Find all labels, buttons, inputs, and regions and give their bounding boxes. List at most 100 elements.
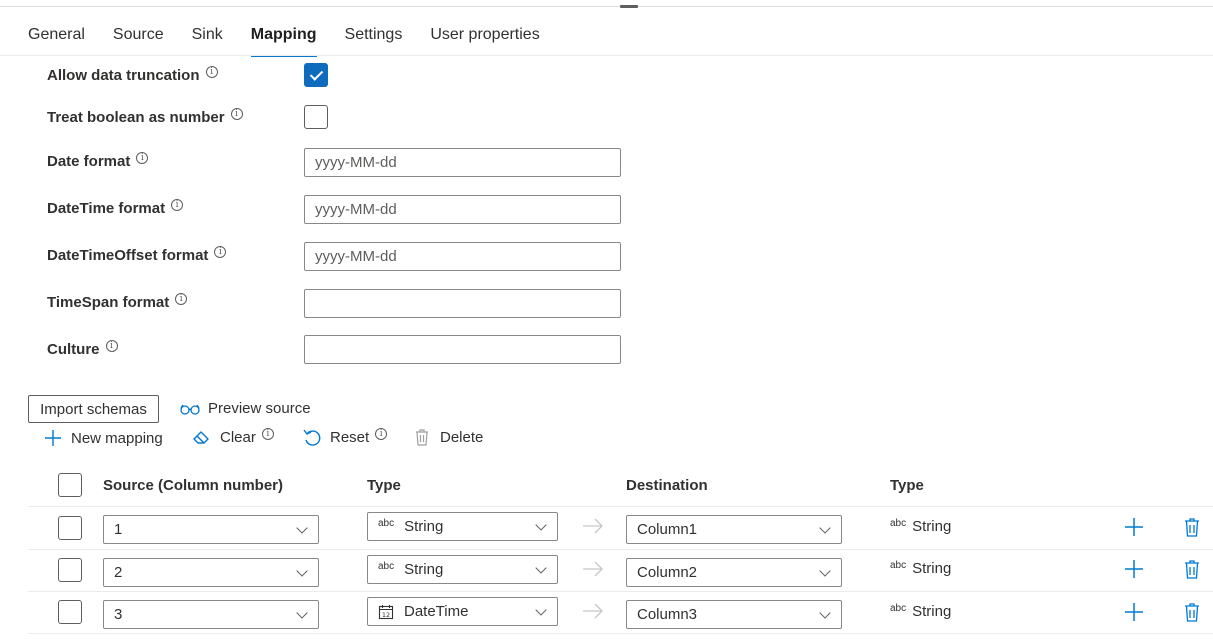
row-divider xyxy=(28,591,1213,592)
destination-header: Destination xyxy=(626,477,708,494)
culture-label: Culture xyxy=(47,341,100,358)
info-icon[interactable]: i xyxy=(136,151,149,164)
source-column-header: Source (Column number) xyxy=(103,477,284,494)
abc-type-icon: abc xyxy=(378,518,395,529)
destination-type: abc String xyxy=(890,518,951,535)
source-type-dropdown[interactable]: 12 DateTime xyxy=(367,597,558,626)
panel-top-border xyxy=(0,6,1213,7)
destination-dropdown[interactable]: Column3 xyxy=(626,600,842,629)
allow-truncation-label: Allow data truncation xyxy=(47,67,200,84)
arrow-right-icon xyxy=(583,518,603,534)
delete-button[interactable]: Delete xyxy=(412,428,483,446)
source-column-dropdown[interactable]: 3 xyxy=(103,600,319,629)
timespan-format-row: TimeSpan format i xyxy=(47,292,188,311)
treat-boolean-label: Treat boolean as number xyxy=(47,109,225,126)
plus-icon xyxy=(45,430,61,446)
source-type-value: String xyxy=(404,561,444,578)
reset-label: Reset xyxy=(330,428,370,446)
destination-dropdown[interactable]: Column1 xyxy=(626,515,842,544)
source-column-dropdown[interactable]: 1 xyxy=(103,515,319,544)
source-type-header: Type xyxy=(367,477,401,494)
glasses-icon xyxy=(180,404,200,415)
tab-mapping[interactable]: Mapping xyxy=(237,22,331,57)
select-all-checkbox[interactable] xyxy=(58,473,82,497)
allow-truncation-row: Allow data truncation i xyxy=(47,65,218,84)
chevron-down-icon xyxy=(819,607,831,619)
chevron-down-icon xyxy=(819,522,831,534)
import-schemas-button[interactable]: Import schemas xyxy=(28,395,159,423)
info-icon[interactable]: i xyxy=(205,65,218,78)
info-icon[interactable]: i xyxy=(375,428,388,440)
chevron-down-icon xyxy=(296,607,308,619)
tab-bar: General Source Sink Mapping Settings Use… xyxy=(14,22,554,57)
reset-button[interactable]: Reset i xyxy=(302,428,388,446)
source-column-value: 1 xyxy=(114,521,123,538)
eraser-icon xyxy=(193,431,209,444)
clear-label: Clear xyxy=(220,428,256,446)
allow-truncation-checkbox[interactable] xyxy=(304,63,328,87)
tab-general[interactable]: General xyxy=(14,22,99,57)
add-row-icon[interactable] xyxy=(1124,517,1144,537)
svg-text:12: 12 xyxy=(382,611,390,619)
row-checkbox[interactable] xyxy=(58,600,82,624)
treat-boolean-row: Treat boolean as number i xyxy=(47,107,243,126)
table-header-divider xyxy=(28,506,1213,507)
trash-icon xyxy=(416,429,428,446)
source-column-value: 2 xyxy=(114,564,123,581)
source-type-dropdown[interactable]: abc String xyxy=(367,512,558,541)
row-checkbox[interactable] xyxy=(58,516,82,540)
clear-button[interactable]: Clear i xyxy=(192,428,274,446)
destination-type-value: String xyxy=(912,560,952,577)
datetime-format-input[interactable] xyxy=(304,195,621,224)
row-divider xyxy=(28,633,1213,634)
destination-type-header: Type xyxy=(890,477,924,494)
source-column-dropdown[interactable]: 2 xyxy=(103,558,319,587)
source-type-dropdown[interactable]: abc String xyxy=(367,555,558,584)
tab-source[interactable]: Source xyxy=(99,22,178,57)
destination-value: Column3 xyxy=(637,606,698,623)
timespan-format-input[interactable] xyxy=(304,289,621,318)
add-row-icon[interactable] xyxy=(1124,559,1144,579)
trash-icon[interactable] xyxy=(1183,559,1201,579)
row-checkbox[interactable] xyxy=(58,558,82,582)
tab-settings[interactable]: Settings xyxy=(331,22,417,57)
destination-dropdown[interactable]: Column2 xyxy=(626,558,842,587)
tabs-divider xyxy=(0,55,1213,56)
trash-icon[interactable] xyxy=(1183,602,1201,622)
datetimeoffset-format-label: DateTimeOffset format xyxy=(47,247,209,264)
date-format-row: Date format i xyxy=(47,151,149,170)
destination-type: abc String xyxy=(890,603,951,620)
preview-source-button[interactable]: Preview source xyxy=(180,400,311,417)
delete-label: Delete xyxy=(440,428,484,446)
preview-source-label: Preview source xyxy=(208,400,311,417)
info-icon[interactable]: i xyxy=(175,292,188,305)
culture-input[interactable] xyxy=(304,335,621,364)
resize-handle[interactable] xyxy=(620,5,638,8)
destination-value: Column1 xyxy=(637,521,698,538)
info-icon[interactable]: i xyxy=(230,107,243,120)
date-format-input[interactable] xyxy=(304,148,621,177)
date-format-label: Date format xyxy=(47,153,131,170)
undo-icon xyxy=(303,429,321,446)
datetime-format-label: DateTime format xyxy=(47,200,166,217)
chevron-down-icon xyxy=(535,562,547,574)
trash-icon[interactable] xyxy=(1183,517,1201,537)
datetimeoffset-format-input[interactable] xyxy=(304,242,621,271)
destination-value: Column2 xyxy=(637,564,698,581)
destination-type-value: String xyxy=(912,518,952,535)
arrow-right-icon xyxy=(583,603,603,619)
info-icon[interactable]: i xyxy=(105,339,118,352)
tab-sink[interactable]: Sink xyxy=(178,22,237,57)
tab-user-properties[interactable]: User properties xyxy=(416,22,553,57)
abc-type-icon: abc xyxy=(890,560,907,571)
add-row-icon[interactable] xyxy=(1124,602,1144,622)
datetimeoffset-format-row: DateTimeOffset format i xyxy=(47,245,227,264)
source-column-value: 3 xyxy=(114,606,123,623)
info-icon[interactable]: i xyxy=(261,428,274,440)
info-icon[interactable]: i xyxy=(171,198,184,211)
new-mapping-button[interactable]: New mapping xyxy=(43,428,163,448)
arrow-right-icon xyxy=(583,561,603,577)
info-icon[interactable]: i xyxy=(214,245,227,258)
chevron-down-icon xyxy=(535,519,547,531)
treat-boolean-checkbox[interactable] xyxy=(304,105,328,129)
